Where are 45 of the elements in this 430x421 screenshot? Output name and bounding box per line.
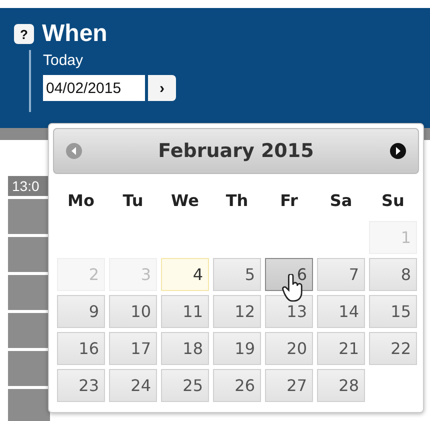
day-cell[interactable]: 25 <box>161 369 209 402</box>
day-cell[interactable]: 22 <box>369 332 417 365</box>
month-title: February 2015 <box>158 140 314 162</box>
weekday-header: Tu <box>122 190 144 212</box>
day-cell[interactable]: 13 <box>265 295 313 328</box>
day-cell[interactable]: 14 <box>317 295 365 328</box>
day-cell[interactable]: 10 <box>109 295 157 328</box>
time-label: 13:0 <box>8 176 50 196</box>
day-cell[interactable]: 24 <box>109 369 157 402</box>
weekday-header: We <box>170 190 200 212</box>
day-cell[interactable]: 21 <box>317 332 365 365</box>
next-month-icon[interactable] <box>390 143 406 159</box>
day-cell[interactable]: 12 <box>213 295 261 328</box>
date-input[interactable]: 04/02/2015 <box>43 75 145 101</box>
day-cell[interactable]: 9 <box>57 295 105 328</box>
help-icon[interactable]: ? <box>14 24 34 44</box>
go-button[interactable]: › <box>148 75 176 101</box>
weekday-header: Sa <box>328 190 354 212</box>
weekday-header: Th <box>224 190 250 212</box>
time-slot <box>8 199 50 234</box>
day-cell[interactable]: 7 <box>317 258 365 291</box>
day-cell[interactable]: 23 <box>57 369 105 402</box>
day-cell[interactable]: 20 <box>265 332 313 365</box>
day-cell[interactable]: 4 <box>161 258 209 291</box>
day-cell[interactable]: 27 <box>265 369 313 402</box>
time-slot <box>8 275 50 310</box>
day-cell[interactable]: 15 <box>369 295 417 328</box>
day-cell[interactable]: 17 <box>109 332 157 365</box>
day-cell[interactable]: 19 <box>213 332 261 365</box>
section-title: When <box>42 20 108 48</box>
weekday-header: Mo <box>66 190 96 212</box>
day-cell[interactable]: 18 <box>161 332 209 365</box>
day-cell[interactable]: 11 <box>161 295 209 328</box>
time-slot <box>8 389 50 421</box>
day-cell[interactable]: 5 <box>213 258 261 291</box>
day-cell[interactable]: 28 <box>317 369 365 402</box>
weekday-header: Su <box>380 190 406 212</box>
day-cell[interactable]: 16 <box>57 332 105 365</box>
time-slot <box>8 237 50 272</box>
time-slot <box>8 313 50 348</box>
today-label: Today <box>43 52 84 69</box>
day-cell[interactable]: 8 <box>369 258 417 291</box>
day-cell[interactable]: 26 <box>213 369 261 402</box>
weekday-header: Fr <box>279 190 299 212</box>
time-slot <box>8 351 50 386</box>
